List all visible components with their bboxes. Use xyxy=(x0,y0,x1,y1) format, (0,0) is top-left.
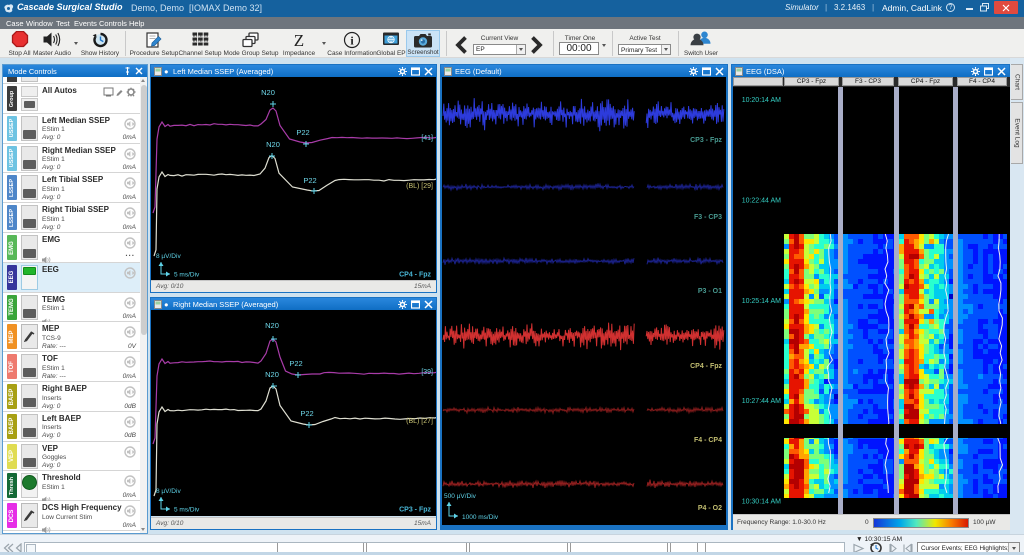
svg-text:N20: N20 xyxy=(266,140,280,149)
svg-text:P22: P22 xyxy=(300,409,313,418)
svg-text:10:30:14 AM: 10:30:14 AM xyxy=(742,498,781,505)
svg-text:P22: P22 xyxy=(289,359,302,368)
svg-text:CP3 - Fpz: CP3 - Fpz xyxy=(399,506,431,513)
svg-text:N20: N20 xyxy=(261,88,275,97)
svg-text:500 µV/Div: 500 µV/Div xyxy=(444,493,477,500)
svg-text:(BL) [27]: (BL) [27] xyxy=(406,418,433,425)
svg-text:F4 - CP4: F4 - CP4 xyxy=(694,437,722,444)
svg-text:8 µV/Div: 8 µV/Div xyxy=(156,253,181,260)
svg-text:10:25:14 AM: 10:25:14 AM xyxy=(742,297,781,304)
svg-text:CP4 - Fpz: CP4 - Fpz xyxy=(690,363,722,370)
svg-text:10:22:44 AM: 10:22:44 AM xyxy=(742,197,781,204)
svg-text:P3 - O1: P3 - O1 xyxy=(698,288,722,295)
svg-text:CP3 - Fpz: CP3 - Fpz xyxy=(690,137,722,144)
svg-text:P22: P22 xyxy=(303,176,316,185)
svg-text:N20: N20 xyxy=(265,321,279,330)
svg-text:CP4 - Fpz: CP4 - Fpz xyxy=(399,271,431,278)
svg-text:10:27:44 AM: 10:27:44 AM xyxy=(742,398,781,405)
svg-text:5 ms/Div: 5 ms/Div xyxy=(174,506,200,513)
svg-text:8 µV/Div: 8 µV/Div xyxy=(156,488,181,495)
svg-text:N20: N20 xyxy=(265,370,279,379)
svg-text:5 ms/Div: 5 ms/Div xyxy=(174,271,200,278)
svg-text:i: i xyxy=(350,34,354,48)
svg-text:(BL) [29]: (BL) [29] xyxy=(406,183,433,190)
svg-text:P22: P22 xyxy=(296,128,309,137)
svg-text:[39]: [39] xyxy=(421,369,433,376)
svg-text:F3 - CP3: F3 - CP3 xyxy=(694,214,722,221)
svg-text:[41]: [41] xyxy=(421,135,433,142)
svg-text:P4 - O2: P4 - O2 xyxy=(698,505,722,512)
svg-text:10:20:14 AM: 10:20:14 AM xyxy=(742,97,781,104)
svg-text:Z: Z xyxy=(294,31,304,49)
svg-text:1000 ms/Div: 1000 ms/Div xyxy=(462,514,499,521)
